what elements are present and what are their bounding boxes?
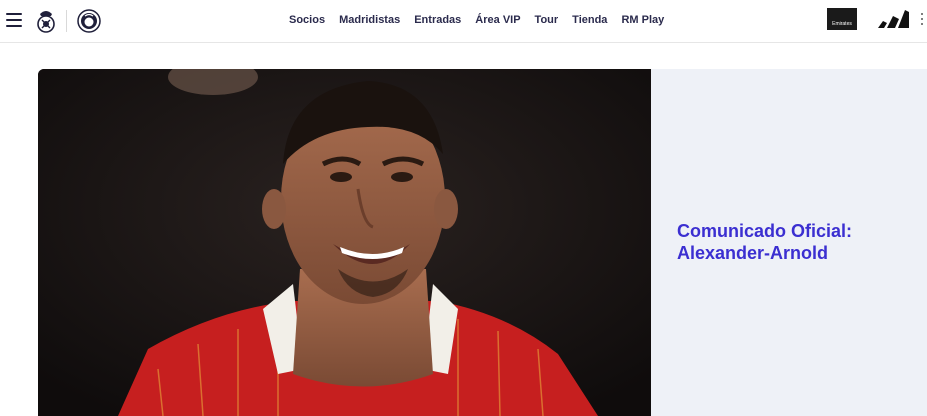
headline-line-1: Comunicado Oficial:: [677, 221, 853, 241]
nav-rm-play[interactable]: RM Play: [621, 14, 664, 28]
headline-line-2: Alexander-Arnold: [677, 243, 829, 263]
hero-news-card[interactable]: Comunicado Oficial: Alexander-Arnold: [38, 69, 927, 416]
real-madrid-crest-icon[interactable]: [36, 8, 56, 34]
header-divider: [66, 10, 67, 32]
adidas-logo-icon[interactable]: [878, 10, 909, 28]
nav-tour[interactable]: Tour: [535, 14, 559, 28]
nav-entradas[interactable]: Entradas: [414, 14, 461, 28]
hero-player-photo[interactable]: [38, 69, 651, 416]
more-vertical-icon[interactable]: [921, 13, 925, 27]
player-photo-illustration: [38, 69, 651, 416]
main-navigation: Socios Madridistas Entradas Área VIP Tou…: [289, 14, 664, 28]
anniversary-badge-icon[interactable]: [77, 9, 101, 33]
emirates-logo-text: Emirates: [832, 21, 852, 27]
nav-madridistas[interactable]: Madridistas: [339, 14, 400, 28]
hero-text-panel: Comunicado Oficial: Alexander-Arnold: [651, 69, 927, 416]
top-navigation-bar: Socios Madridistas Entradas Área VIP Tou…: [0, 0, 927, 43]
nav-tienda[interactable]: Tienda: [572, 14, 607, 28]
nav-socios[interactable]: Socios: [289, 14, 325, 28]
hero-headline[interactable]: Comunicado Oficial: Alexander-Arnold: [677, 220, 917, 264]
nav-area-vip[interactable]: Área VIP: [475, 14, 520, 28]
hamburger-menu-icon[interactable]: [6, 13, 22, 27]
emirates-sponsor-logo[interactable]: Emirates: [827, 8, 857, 30]
